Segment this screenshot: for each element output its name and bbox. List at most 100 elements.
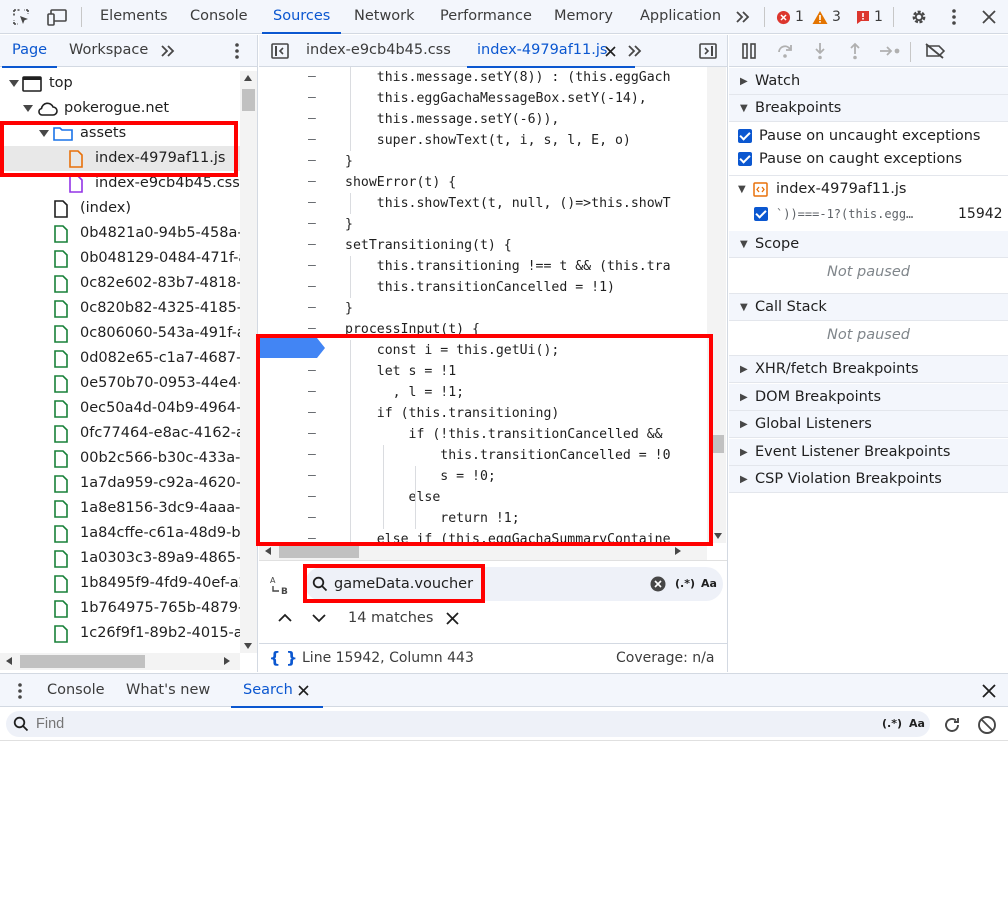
tab-performance[interactable]: Performance [440, 0, 532, 34]
more-navigator-tabs-icon[interactable] [157, 35, 179, 67]
close-find-icon[interactable] [446, 612, 459, 625]
drawer-tab-whats-new[interactable]: What's new [126, 674, 210, 707]
tab-elements[interactable]: Elements [100, 0, 168, 34]
tree-item-origin[interactable]: pokerogue.net [0, 96, 240, 121]
global-find-container[interactable]: (.*) Aa [6, 711, 930, 737]
gutter-marker[interactable]: – [308, 153, 316, 168]
tree-item-file[interactable]: 1b764975-765b-4879-b [0, 596, 240, 621]
close-devtools-icon[interactable] [979, 0, 999, 34]
tree-item-file[interactable]: 1c26f9f1-89b2-4015-a4 [0, 621, 240, 646]
tree-item-file[interactable]: 0c820b82-4325-4185-8 [0, 296, 240, 321]
issues-badge[interactable]: 1 [856, 0, 883, 34]
tab-application[interactable]: Application [640, 0, 721, 34]
tree-item-file[interactable]: 0ec50a4d-04b9-4964-8 [0, 396, 240, 421]
errors-badge[interactable]: 1 [776, 0, 804, 34]
section-xhr-breakpoints[interactable]: ▶ XHR/fetch Breakpoints [729, 356, 1008, 383]
code-line[interactable]: this.transitioning !== t && (this.tra [345, 256, 671, 277]
scroll-right-arrow-icon[interactable] [224, 657, 230, 665]
step-icon[interactable] [877, 35, 903, 67]
scroll-thumb[interactable] [20, 655, 145, 668]
gutter-marker[interactable]: – [308, 174, 316, 189]
device-toolbar-icon[interactable] [44, 0, 70, 34]
gutter-marker[interactable]: – [308, 90, 316, 105]
more-tabs-icon[interactable] [731, 0, 755, 34]
code-line[interactable]: return !1; [345, 508, 519, 529]
gutter-marker[interactable]: – [308, 363, 316, 378]
pause-caught-checkbox[interactable] [738, 152, 752, 166]
section-global-listeners[interactable]: ▶ Global Listeners [729, 411, 1008, 438]
close-search-tab-icon[interactable] [295, 674, 311, 707]
code-line[interactable]: } [345, 214, 353, 235]
gutter-marker[interactable]: – [308, 321, 316, 336]
settings-gear-icon[interactable] [906, 0, 932, 34]
code-line[interactable]: if (!this.transitionCancelled && [345, 424, 663, 445]
pretty-print-icon[interactable]: { } [269, 644, 297, 672]
gutter-marker[interactable]: – [308, 195, 316, 210]
tab-memory[interactable]: Memory [554, 0, 613, 34]
gutter-marker[interactable]: – [308, 237, 316, 252]
clear-results-icon[interactable] [977, 715, 997, 735]
scroll-down-arrow-icon[interactable] [714, 533, 722, 539]
drawer-tab-console[interactable]: Console [47, 674, 105, 707]
drawer-menu-icon[interactable] [12, 674, 28, 707]
code-line[interactable]: this.showText(t, null, ()=>this.showT [345, 193, 671, 214]
expand-arrow-icon[interactable] [39, 130, 49, 138]
tree-item-index-css[interactable]: index-e9cb4b45.css [0, 171, 240, 196]
section-scope[interactable]: ▼ Scope [729, 231, 1008, 258]
gutter-marker[interactable]: – [308, 447, 316, 462]
gutter-marker[interactable]: – [308, 300, 316, 315]
match-case-button[interactable]: Aa [909, 711, 925, 737]
regex-toggle-button[interactable]: (.*) [882, 711, 902, 737]
deactivate-breakpoints-icon[interactable] [922, 35, 948, 67]
tree-item-file[interactable]: 1a7da959-c92a-4620-8 [0, 471, 240, 496]
code-line[interactable]: this.eggGachaMessageBox.setY(-14), [345, 88, 647, 109]
code-line[interactable]: showError(t) { [345, 172, 456, 193]
pause-caught-row[interactable]: Pause on caught exceptions [729, 148, 1008, 171]
tree-item-file[interactable]: 1b8495f9-4fd9-40ef-a2 [0, 571, 240, 596]
code-line[interactable]: this.transitionCancelled = !0 [345, 445, 670, 466]
pause-uncaught-row[interactable]: Pause on uncaught exceptions [729, 125, 1008, 148]
editor-tab-js[interactable]: index-4979af11.js [466, 35, 636, 68]
tab-workspace[interactable]: Workspace [69, 35, 148, 67]
more-editor-tabs-icon[interactable] [624, 35, 646, 67]
code-line[interactable]: setTransitioning(t) { [345, 235, 512, 256]
expand-arrow-icon[interactable] [9, 80, 19, 88]
tree-item-file[interactable]: 0fc77464-e8ac-4162-aa [0, 421, 240, 446]
gutter-marker[interactable]: – [308, 510, 316, 525]
tab-network[interactable]: Network [354, 0, 415, 34]
gutter-marker[interactable]: – [308, 384, 316, 399]
close-drawer-icon[interactable] [980, 674, 998, 707]
tree-horizontal-scrollbar[interactable] [0, 653, 240, 670]
step-into-icon[interactable] [809, 35, 831, 67]
tree-item-file[interactable]: 0b4821a0-94b5-458a-a [0, 221, 240, 246]
section-dom-breakpoints[interactable]: ▶ DOM Breakpoints [729, 384, 1008, 411]
expand-arrow-icon[interactable]: ▼ [738, 178, 746, 201]
tree-vertical-scrollbar[interactable] [240, 71, 257, 653]
tree-item-file[interactable]: 0c82e602-83b7-4818-a [0, 271, 240, 296]
scroll-thumb[interactable] [712, 435, 724, 453]
line-gutter[interactable]: ––––––––––––––––––––––– [259, 67, 343, 546]
gutter-marker[interactable]: – [308, 111, 316, 126]
section-csp-violation-breakpoints[interactable]: ▶ CSP Violation Breakpoints [729, 466, 1008, 493]
tree-item-file[interactable]: 0d082e65-c1a7-4687-a [0, 346, 240, 371]
code-area[interactable]: this.message.setY(8)) : (this.eggGach th… [345, 67, 707, 543]
warnings-badge[interactable]: 3 [812, 0, 841, 34]
tree-item-file[interactable]: 1a0303c3-89a9-4865-b [0, 546, 240, 571]
code-line[interactable]: super.showText(t, i, s, l, E, o) [345, 130, 631, 151]
editor-tab-css[interactable]: index-e9cb4b45.css [306, 35, 451, 67]
next-match-icon[interactable] [312, 613, 326, 623]
gutter-marker[interactable]: – [308, 132, 316, 147]
code-line[interactable]: this.message.setY(8)) : (this.eggGach [345, 67, 671, 88]
scroll-thumb[interactable] [279, 546, 359, 558]
gutter-marker[interactable]: – [308, 489, 316, 504]
step-over-icon[interactable] [774, 35, 796, 67]
scroll-down-arrow-icon[interactable] [244, 643, 252, 649]
tree-item-file[interactable]: 0b048129-0484-471f-al [0, 246, 240, 271]
expand-arrow-icon[interactable] [23, 105, 33, 113]
gutter-marker[interactable]: – [308, 216, 316, 231]
more-options-icon[interactable] [944, 0, 964, 34]
previous-match-icon[interactable] [278, 613, 292, 623]
breakpoint-enabled-checkbox[interactable] [754, 207, 768, 221]
gutter-marker[interactable]: – [308, 426, 316, 441]
code-line[interactable]: } [345, 298, 353, 319]
